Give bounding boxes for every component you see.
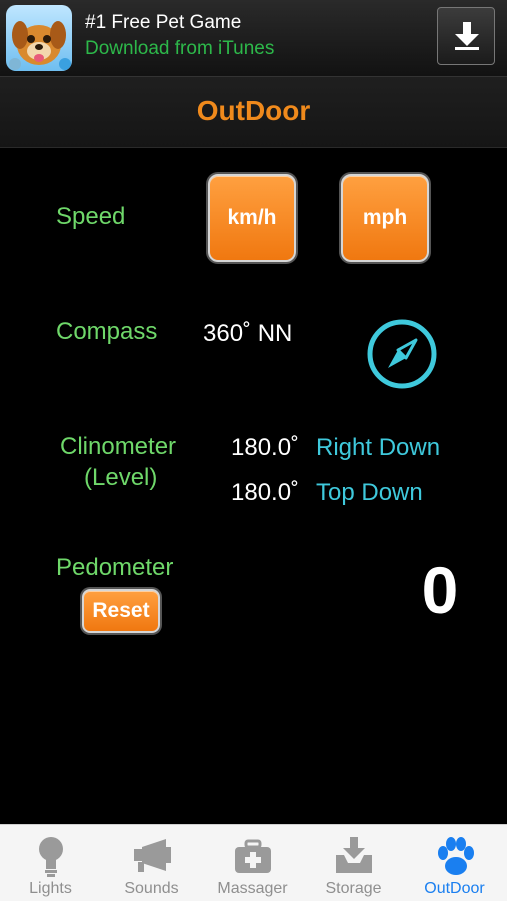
tab-bar: Lights Sounds Massager Storage OutDoor [0, 824, 507, 901]
reset-button[interactable]: Reset [82, 589, 160, 633]
clinometer-level-label: (Level) [84, 464, 158, 491]
compass-label: Compass [56, 318, 158, 345]
dog-app-icon[interactable] [6, 5, 72, 71]
tab-label: Massager [217, 880, 288, 897]
top-down-value: 180.0˚ [231, 479, 300, 506]
tab-label: Lights [29, 880, 72, 897]
download-arrow-icon[interactable] [437, 7, 495, 65]
tab-sounds[interactable]: Sounds [101, 825, 202, 901]
lightbulb-icon [0, 835, 101, 877]
clinometer-label: Clinometer [60, 433, 177, 460]
top-down-label: Top Down [316, 479, 423, 506]
pedometer-count: 0 [421, 553, 459, 627]
compass-reading: 360˚ NN [203, 320, 293, 347]
tab-label: Storage [325, 880, 382, 897]
page-title: OutDoor [196, 95, 311, 126]
tab-massager[interactable]: Massager [202, 825, 303, 901]
tab-label: OutDoor [424, 880, 485, 897]
ad-subtitle[interactable]: Download from iTunes [85, 38, 274, 60]
tab-lights[interactable]: Lights [0, 825, 101, 901]
storage-tray-icon [303, 835, 404, 877]
first-aid-kit-icon [202, 835, 303, 877]
kmh-button[interactable]: km/h [208, 174, 296, 262]
paw-icon [404, 835, 505, 877]
pedometer-label: Pedometer [56, 554, 174, 581]
ad-title[interactable]: #1 Free Pet Game [85, 12, 241, 34]
tab-outdoor[interactable]: OutDoor [404, 825, 505, 901]
right-down-value: 180.0˚ [231, 434, 300, 461]
speed-label: Speed [56, 203, 126, 230]
right-down-label: Right Down [316, 434, 441, 461]
compass-icon[interactable] [366, 318, 438, 395]
title-bar: OutDoor [0, 77, 507, 148]
megaphone-icon [101, 835, 202, 877]
ad-banner[interactable]: #1 Free Pet Game Download from iTunes [0, 0, 507, 77]
tab-storage[interactable]: Storage [303, 825, 404, 901]
mph-button[interactable]: mph [341, 174, 429, 262]
tab-label: Sounds [124, 880, 179, 897]
